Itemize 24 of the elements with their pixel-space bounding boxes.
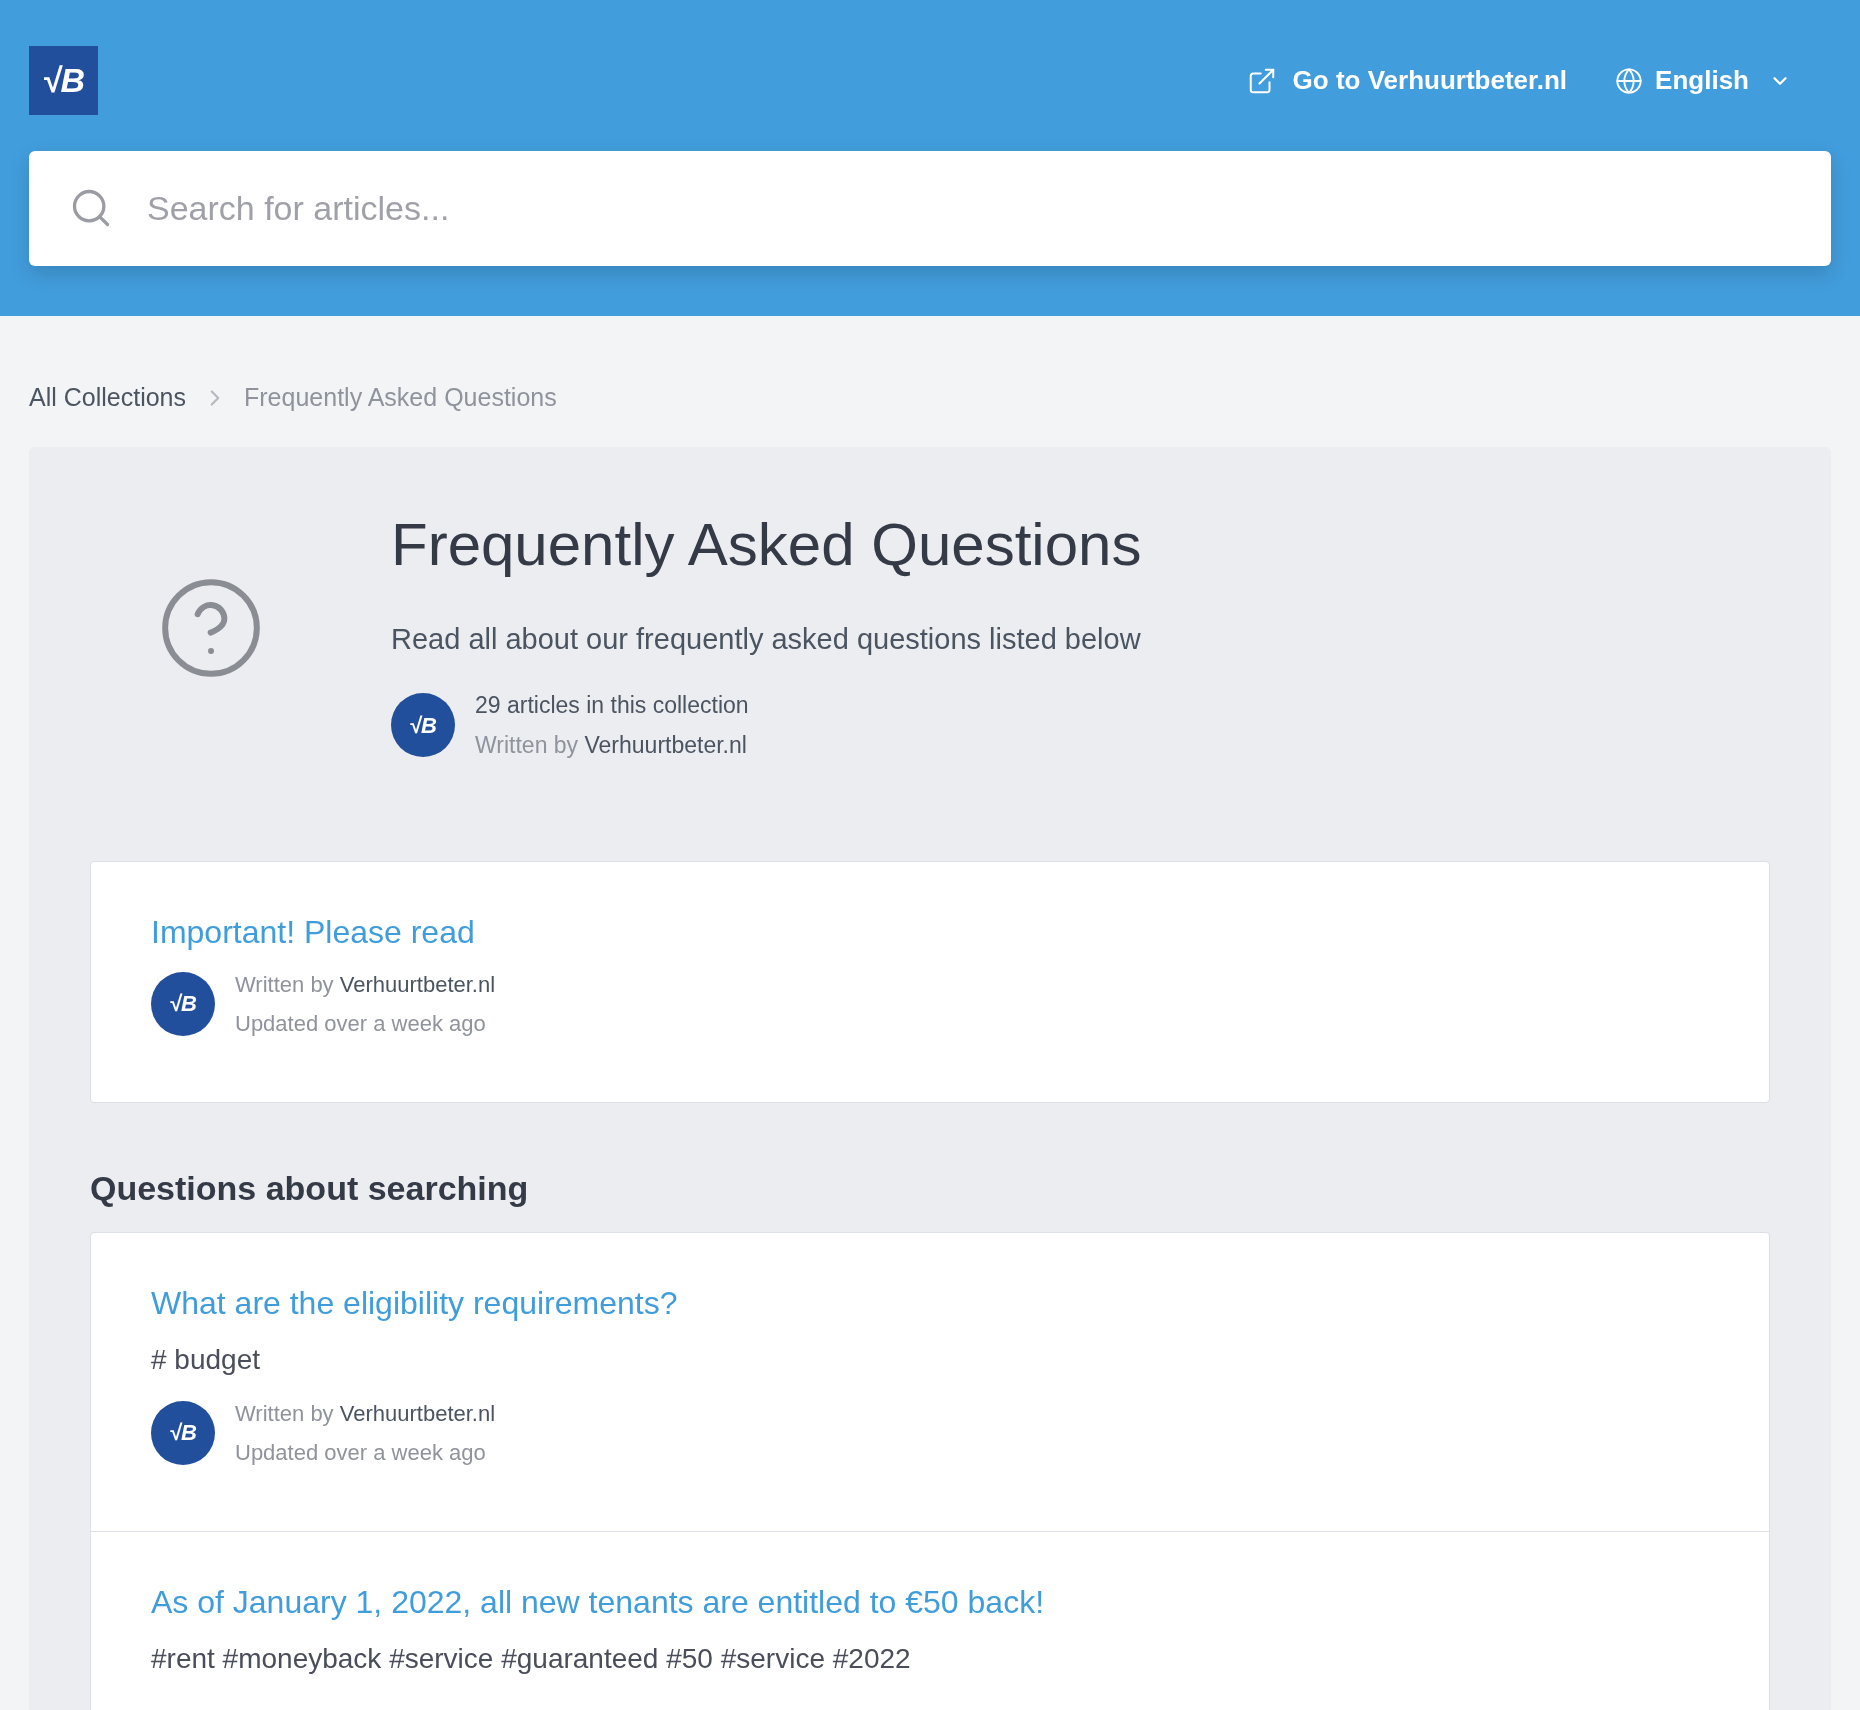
author-line: Written by Verhuurtbeter.nl — [235, 1399, 496, 1428]
article-tags: # budget — [151, 1338, 1709, 1381]
author-avatar: √B — [151, 1400, 215, 1465]
website-link[interactable]: Go to Verhuurtbeter.nl — [1246, 61, 1568, 100]
updated-time: Updated over a week ago — [235, 1009, 487, 1038]
language-selector[interactable]: English — [1615, 61, 1791, 100]
article-link[interactable]: As of January 1, 2022, all new tenants are entitled to €50 back! — [151, 1581, 1709, 1622]
section-heading: Questions about searching — [90, 1167, 530, 1209]
updated-time: Updated over a week ago — [235, 1438, 487, 1467]
globe-icon — [1615, 66, 1644, 95]
collection-title: Frequently Asked Questions — [391, 510, 1142, 580]
author-line: Written by Verhuurtbeter.nl — [475, 731, 748, 760]
breadcrumb-link[interactable]: All Collections — [29, 379, 186, 417]
article-count: 29 articles in this collection — [475, 690, 749, 720]
search-field[interactable]: Search for articles... — [29, 151, 1831, 266]
article-link[interactable]: Important! Please read — [151, 911, 1709, 952]
author-avatar: √B — [391, 693, 455, 757]
article-tags: #rent #moneyback #service #guaranteed #50 #service #2022 — [151, 1637, 1709, 1680]
logo[interactable]: √B — [29, 46, 98, 115]
breadcrumb-link[interactable]: Frequently Asked Questions — [244, 379, 557, 417]
article-link[interactable]: What are the eligibility requirements? — [151, 1282, 1709, 1323]
author-avatar: √B — [151, 971, 215, 1036]
author-line: Written by Verhuurtbeter.nl — [235, 970, 496, 999]
collection-description: Read all about our frequently asked questions listed below — [391, 622, 1142, 657]
